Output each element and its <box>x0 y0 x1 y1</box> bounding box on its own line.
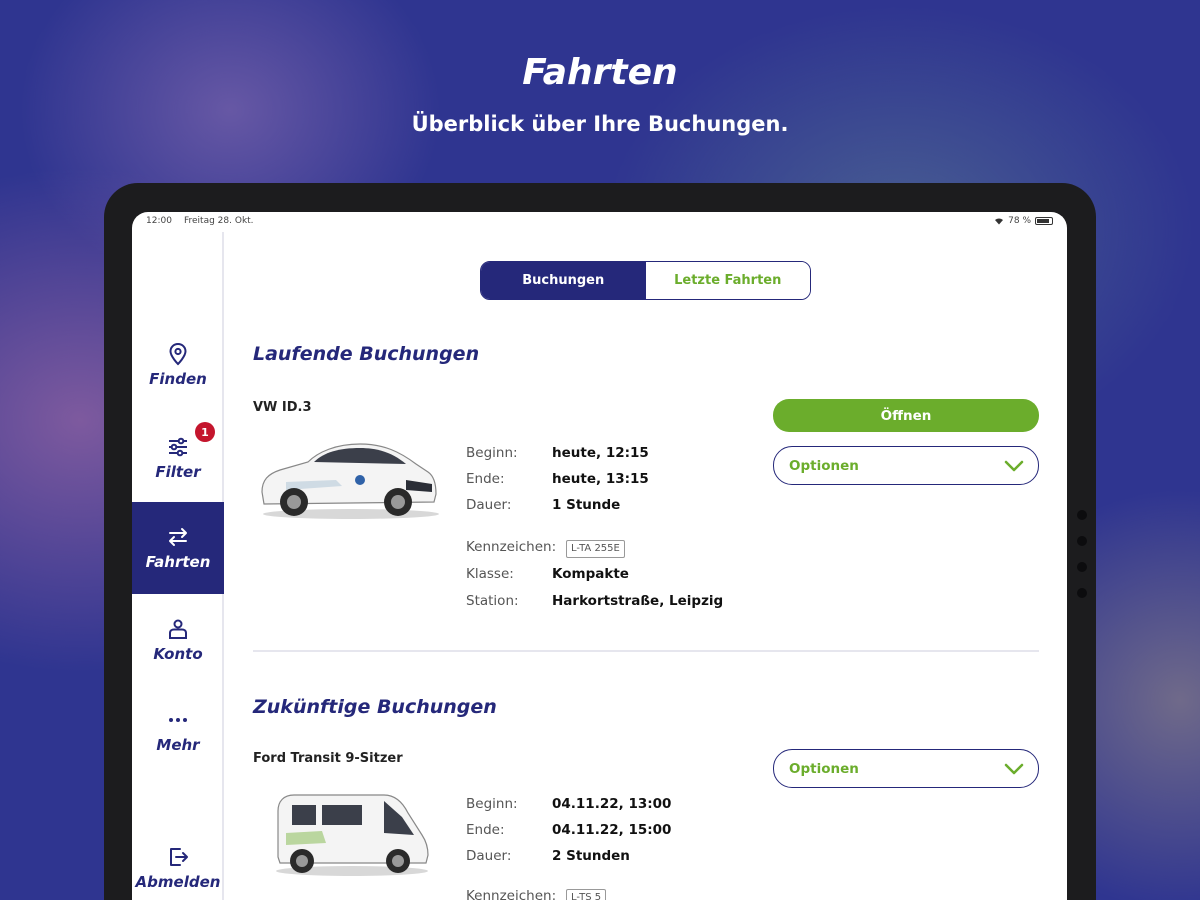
tablet-side-buttons <box>1077 510 1087 614</box>
sidebar-item-finden[interactable]: Finden <box>132 319 224 411</box>
options-label: Optionen <box>789 457 859 474</box>
location-pin-icon <box>169 342 187 366</box>
end-value: 04.11.22, 15:00 <box>552 822 672 838</box>
station-value: Harkortstraße, Leipzig <box>552 593 724 609</box>
plate-label: Kennzeichen: <box>466 539 557 555</box>
end-label: Ende: <box>466 822 505 838</box>
current-car-name: VW ID.3 <box>253 400 312 415</box>
swap-arrows-icon <box>169 528 187 546</box>
begin-label: Beginn: <box>466 445 518 461</box>
vw-id3-car-image <box>261 443 439 519</box>
status-time: 12:00 <box>146 216 172 226</box>
sidebar: Finden Filter 1 Fahrten Konto Mehr Abmel… <box>132 232 224 900</box>
current-options-dropdown[interactable]: Optionen <box>773 446 1039 485</box>
begin-value: 04.11.22, 13:00 <box>552 796 672 812</box>
sliders-icon <box>169 437 187 457</box>
status-bar: 12:00 Freitag 28. Okt. 78 % <box>132 212 1067 232</box>
chevron-down-icon <box>1004 763 1024 775</box>
person-icon <box>169 619 187 639</box>
sidebar-item-label: Filter <box>155 463 201 481</box>
chevron-down-icon <box>1004 460 1024 472</box>
tab-bookings[interactable]: Buchungen <box>481 262 646 299</box>
sidebar-item-label: Finden <box>149 370 207 388</box>
sidebar-item-filter[interactable]: Filter 1 <box>132 412 224 504</box>
end-label: Ende: <box>466 471 505 487</box>
wifi-icon <box>995 218 1004 225</box>
sidebar-item-abmelden[interactable]: Abmelden <box>132 822 224 900</box>
bookings-tab-switch: Buchungen Letzte Fahrten <box>480 261 811 300</box>
section-divider <box>253 650 1039 652</box>
end-value: heute, 13:15 <box>552 471 649 487</box>
filter-count-badge: 1 <box>195 422 215 442</box>
more-dots-icon <box>169 718 187 722</box>
future-options-dropdown[interactable]: Optionen <box>773 749 1039 788</box>
logout-icon <box>170 848 188 866</box>
station-label: Station: <box>466 593 519 609</box>
battery-icon <box>1035 217 1053 225</box>
options-label: Optionen <box>789 760 859 777</box>
duration-label: Dauer: <box>466 848 512 864</box>
hero-subtitle: Überblick über Ihre Buchungen. <box>411 112 789 136</box>
duration-label: Dauer: <box>466 497 512 513</box>
begin-value: heute, 12:15 <box>552 445 649 461</box>
ford-transit-car-image <box>276 794 429 876</box>
sidebar-item-label: Konto <box>153 645 203 663</box>
class-label: Klasse: <box>466 566 514 582</box>
future-bookings-heading: Zukünftige Buchungen <box>253 696 497 718</box>
license-plate: L-TS 5 <box>566 889 607 900</box>
sidebar-item-label: Mehr <box>156 736 200 754</box>
tab-recent-trips[interactable]: Letzte Fahrten <box>645 262 810 299</box>
future-car-name: Ford Transit 9-Sitzer <box>253 751 403 766</box>
begin-label: Beginn: <box>466 796 518 812</box>
sidebar-item-konto[interactable]: Konto <box>132 594 224 686</box>
sidebar-item-label: Fahrten <box>145 553 211 571</box>
app-screen: 12:00 Freitag 28. Okt. 78 % Finden Filte… <box>132 212 1067 900</box>
duration-value: 1 Stunde <box>552 497 621 513</box>
license-plate: L-TA 255E <box>566 540 625 558</box>
open-car-button[interactable]: Öffnen <box>773 399 1039 432</box>
class-value: Kompakte <box>552 566 629 582</box>
sidebar-item-mehr[interactable]: Mehr <box>132 685 224 777</box>
sidebar-item-label: Abmelden <box>135 873 221 891</box>
current-bookings-heading: Laufende Buchungen <box>253 343 480 365</box>
duration-value: 2 Stunden <box>552 848 630 864</box>
sidebar-item-fahrten[interactable]: Fahrten <box>132 502 224 594</box>
plate-label: Kennzeichen: <box>466 888 557 900</box>
hero-title: Fahrten <box>522 52 678 93</box>
battery-percent: 78 % <box>1008 216 1031 226</box>
status-date: Freitag 28. Okt. <box>184 216 254 226</box>
